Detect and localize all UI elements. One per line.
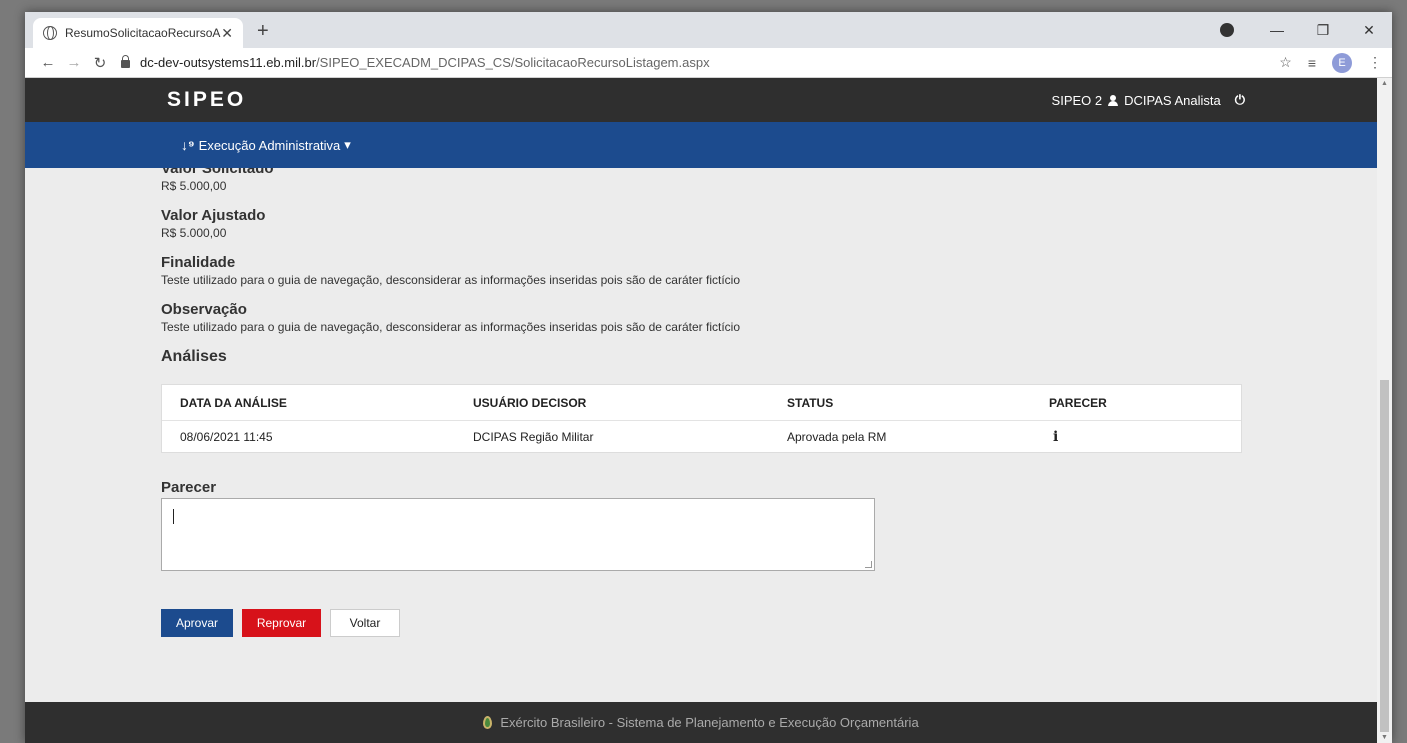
table-row: 08/06/2021 11:45 DCIPAS Região Militar A… <box>162 421 1241 452</box>
user-area: SIPEO 2 DCIPAS Analista ⏻ <box>1052 92 1245 108</box>
back-button[interactable]: Voltar <box>330 609 400 637</box>
cell-parecer: i <box>1049 429 1229 445</box>
browser-tab[interactable]: ResumoSolicitacaoRecursoAS ✕ <box>33 18 243 48</box>
main-content: Valor Solicitado R$ 5.000,00 Valor Ajust… <box>161 160 1261 637</box>
globe-icon <box>43 26 57 40</box>
reload-icon[interactable]: ↻ <box>87 54 113 72</box>
scroll-thumb[interactable] <box>1380 380 1389 732</box>
back-icon[interactable]: ← <box>35 54 61 71</box>
column-header: DATA DA ANÁLISE <box>180 395 287 410</box>
field-valor-ajustado: Valor Ajustado R$ 5.000,00 <box>161 207 1261 240</box>
address-bar: ← → ↻ dc-dev-outsystems11.eb.mil.br /SIP… <box>25 48 1392 78</box>
reading-list-icon[interactable]: ≡ <box>1308 55 1316 71</box>
url-domain: dc-dev-outsystems11.eb.mil.br <box>140 55 317 70</box>
browser-window: ResumoSolicitacaoRecursoAS ✕ + — ❐ ✕ ← →… <box>25 12 1392 743</box>
profile-avatar[interactable]: E <box>1332 52 1352 73</box>
text-caret <box>173 509 174 524</box>
app-version: SIPEO 2 <box>1051 92 1103 108</box>
toolbar-right: ☆ ≡ E ⋮ <box>1279 52 1382 73</box>
menu-label: Execução Administrativa <box>198 137 341 153</box>
minimize-button[interactable]: — <box>1254 22 1300 38</box>
action-buttons: Aprovar Reprovar Voltar <box>161 609 1261 637</box>
bookmark-star-icon[interactable]: ☆ <box>1279 54 1292 71</box>
footer-text: Exército Brasileiro - Sistema de Planeja… <box>500 715 919 730</box>
power-icon[interactable]: ⏻ <box>1235 92 1245 108</box>
tab-title: ResumoSolicitacaoRecursoAS <box>65 26 222 40</box>
field-value: R$ 5.000,00 <box>161 226 227 240</box>
vertical-scrollbar[interactable]: ▲ ▼ <box>1377 78 1392 743</box>
cell-status: Aprovada pela RM <box>787 429 887 444</box>
field-label: Finalidade <box>161 254 236 271</box>
analises-table: DATA DA ANÁLISE USUÁRIO DECISOR STATUS P… <box>161 384 1242 453</box>
close-window-button[interactable]: ✕ <box>1346 22 1392 39</box>
info-icon[interactable]: i <box>1049 429 1058 445</box>
cell-usuario: DCIPAS Região Militar <box>473 429 594 444</box>
field-finalidade: Finalidade Teste utilizado para o guia d… <box>161 254 1261 287</box>
forward-icon[interactable]: → <box>61 54 87 71</box>
url-path: /SIPEO_EXECADM_DCIPAS_CS/SolicitacaoRecu… <box>316 55 710 70</box>
url-field[interactable]: dc-dev-outsystems11.eb.mil.br /SIPEO_EXE… <box>121 55 1279 70</box>
column-header: PARECER <box>1049 395 1107 410</box>
column-header: STATUS <box>787 395 834 410</box>
tab-strip: ResumoSolicitacaoRecursoAS ✕ + — ❐ ✕ <box>25 12 1392 48</box>
field-value: Teste utilizado para o guia de navegação… <box>161 273 740 287</box>
field-label: Valor Ajustado <box>161 207 266 224</box>
chevron-down-icon: ▾ <box>344 137 351 152</box>
analises-title: Análises <box>161 348 227 365</box>
app-header: SIPEO SIPEO 2 DCIPAS Analista ⏻ <box>25 78 1377 122</box>
field-value: R$ 5.000,00 <box>161 179 227 193</box>
field-value: Teste utilizado para o guia de navegação… <box>161 320 740 334</box>
field-observacao: Observação Teste utilizado para o guia d… <box>161 301 1261 334</box>
table-header: DATA DA ANÁLISE USUÁRIO DECISOR STATUS P… <box>162 385 1241 421</box>
menu-dots-icon[interactable]: ⋮ <box>1368 54 1382 71</box>
new-tab-button[interactable]: + <box>257 20 269 43</box>
army-emblem-icon <box>483 716 493 729</box>
cell-data: 08/06/2021 11:45 <box>180 429 273 444</box>
parecer-textarea[interactable] <box>161 498 875 571</box>
page-footer: Exército Brasileiro - Sistema de Planeja… <box>25 702 1377 743</box>
execucao-menu[interactable]: ↓⁹ Execução Administrativa ▾ <box>181 137 351 153</box>
lock-icon <box>121 55 130 68</box>
window-controls: — ❐ ✕ <box>1220 12 1392 48</box>
app-nav: ↓⁹ Execução Administrativa ▾ <box>25 122 1377 168</box>
field-label: Observação <box>161 301 247 318</box>
parecer-label: Parecer <box>161 479 217 496</box>
app-logo[interactable]: SIPEO <box>167 88 246 112</box>
scroll-up-icon[interactable]: ▲ <box>1381 80 1388 87</box>
resize-grip[interactable] <box>865 561 872 568</box>
user-icon <box>1108 94 1119 106</box>
page-viewport: Valor Solicitado R$ 5.000,00 Valor Ajust… <box>25 78 1377 743</box>
column-header: USUÁRIO DECISOR <box>473 395 587 410</box>
sort-numeric-icon: ↓⁹ <box>181 137 195 153</box>
media-icon[interactable] <box>1220 23 1234 37</box>
reject-button[interactable]: Reprovar <box>242 609 321 637</box>
approve-button[interactable]: Aprovar <box>161 609 233 637</box>
maximize-button[interactable]: ❐ <box>1300 22 1346 39</box>
scroll-down-icon[interactable]: ▼ <box>1381 734 1388 741</box>
close-tab-icon[interactable]: ✕ <box>221 25 233 42</box>
user-name: DCIPAS Analista <box>1124 92 1221 108</box>
